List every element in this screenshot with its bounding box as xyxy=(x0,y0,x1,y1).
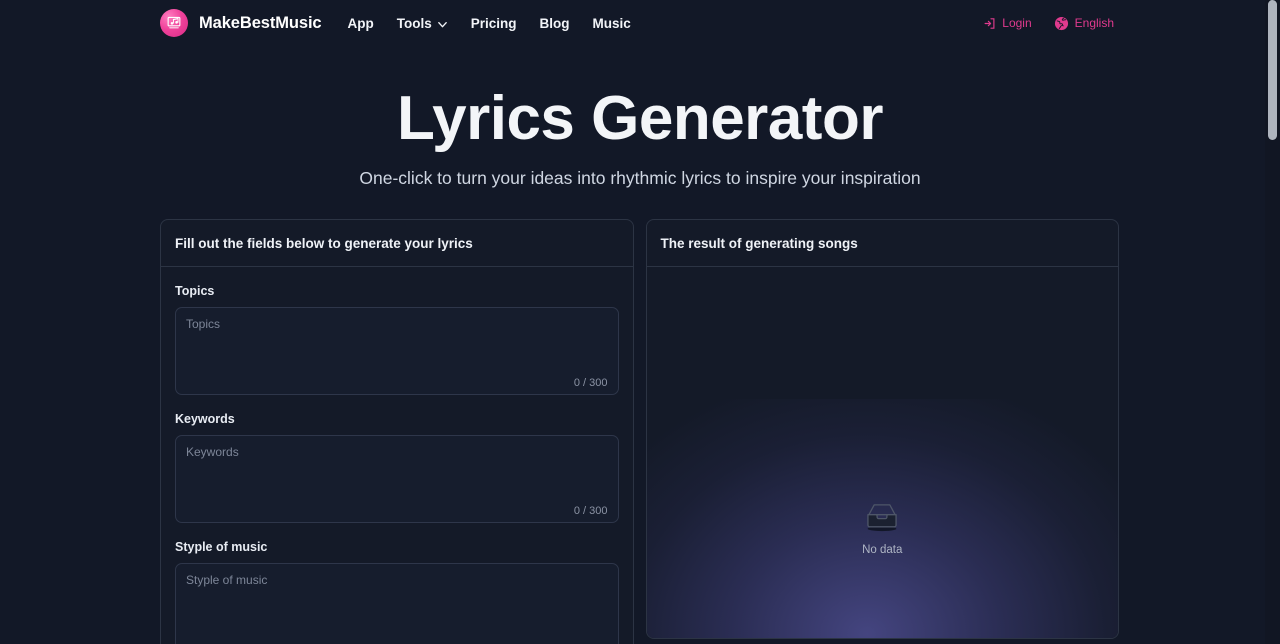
page-viewport: MakeBestMusic App Tools Pricing Blog Mus… xyxy=(0,0,1280,644)
nav-item-tools[interactable]: Tools xyxy=(397,16,448,31)
topics-textarea-wrap[interactable]: Topics 0 / 300 xyxy=(175,307,619,395)
brand-name: MakeBestMusic xyxy=(199,13,322,32)
login-label: Login xyxy=(1002,16,1032,30)
lyrics-form-card: Fill out the fields below to generate yo… xyxy=(160,219,634,644)
field-topics: Topics Topics 0 / 300 xyxy=(175,284,619,395)
nav-item-pricing[interactable]: Pricing xyxy=(471,16,517,31)
main-content: Fill out the fields below to generate yo… xyxy=(0,219,1280,644)
style-textarea-wrap[interactable]: Styple of music pop trance piano rap roc… xyxy=(175,563,619,644)
nav-item-app[interactable]: App xyxy=(348,16,374,31)
nav-item-music[interactable]: Music xyxy=(593,16,631,31)
nav-item-label: Tools xyxy=(396,15,432,31)
keywords-input[interactable] xyxy=(176,436,618,522)
topics-input[interactable] xyxy=(176,308,618,394)
music-note-logo-icon xyxy=(160,9,188,37)
nav-item-label: Blog xyxy=(539,15,570,31)
keywords-textarea-wrap[interactable]: Keywords 0 / 300 xyxy=(175,435,619,523)
page-scrollbar[interactable] xyxy=(1265,0,1280,644)
language-selector[interactable]: English xyxy=(1054,16,1114,31)
field-label: Styple of music xyxy=(175,540,268,554)
chevron-down-icon xyxy=(437,19,448,30)
form-card-header: Fill out the fields below to generate yo… xyxy=(161,220,633,267)
field-label: Topics xyxy=(175,284,215,298)
style-input[interactable] xyxy=(176,564,618,644)
form-card-body: Topics Topics 0 / 300 Keywords Keywords … xyxy=(161,267,633,644)
header-actions: Login English xyxy=(983,16,1265,31)
page-subtitle: One-click to turn your ideas into rhythm… xyxy=(359,168,921,188)
empty-state: No data xyxy=(647,499,1119,556)
result-card-header: The result of generating songs xyxy=(646,220,1118,267)
nav-item-blog[interactable]: Blog xyxy=(540,16,570,31)
nav-item-label: App xyxy=(347,15,374,31)
field-style-of-music: Styple of music Styple of music pop tran… xyxy=(175,540,619,644)
empty-state-text: No data xyxy=(862,544,903,556)
nav-item-label: Pricing xyxy=(470,15,517,31)
page-scrollbar-thumb[interactable] xyxy=(1268,0,1277,140)
result-card-body: No data xyxy=(646,267,1119,638)
field-label: Keywords xyxy=(175,412,235,426)
language-label: English xyxy=(1074,16,1114,30)
result-card: The result of generating songs No data xyxy=(645,219,1119,639)
main-nav: App Tools Pricing Blog Music xyxy=(348,16,631,31)
login-arrow-icon xyxy=(983,17,996,30)
field-keywords: Keywords Keywords 0 / 300 xyxy=(175,412,619,523)
brand[interactable]: MakeBestMusic xyxy=(160,9,322,37)
empty-inbox-tray-icon xyxy=(861,499,903,533)
hero: Lyrics Generator One-click to turn your … xyxy=(0,84,1280,189)
page-title: Lyrics Generator xyxy=(397,84,883,153)
globe-icon xyxy=(1054,16,1069,31)
nav-item-label: Music xyxy=(592,15,631,31)
site-header: MakeBestMusic App Tools Pricing Blog Mus… xyxy=(0,0,1265,46)
login-button[interactable]: Login xyxy=(983,16,1032,30)
